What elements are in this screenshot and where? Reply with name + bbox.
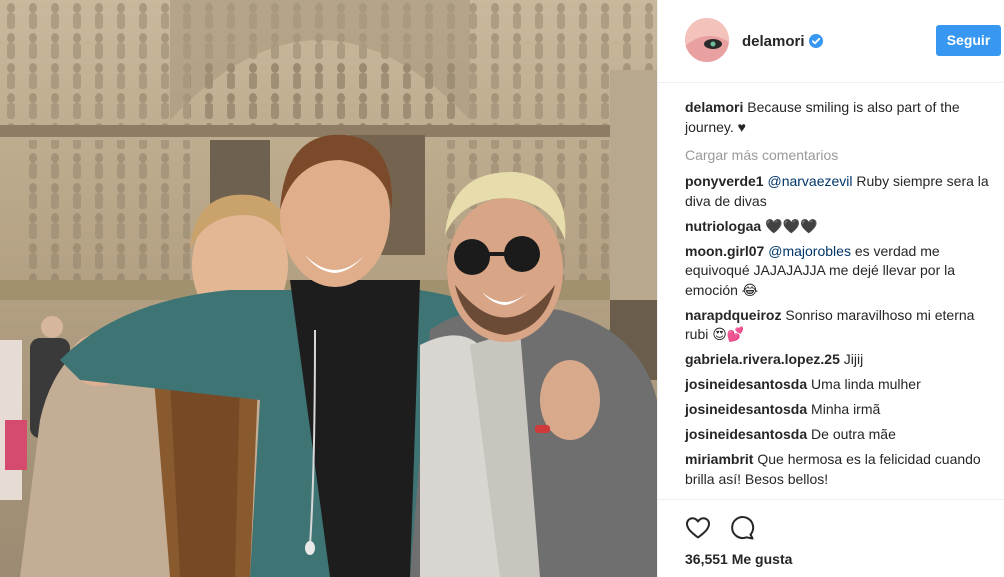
post-photo[interactable] — [0, 0, 657, 577]
post-sidebar: delamori Seguir delamori Because smiling… — [657, 0, 1004, 577]
heart-icon[interactable] — [685, 515, 711, 541]
comment-mention[interactable]: @majorobles — [768, 243, 851, 259]
comment-item: ponyverde1 @narvaezevil Ruby siempre ser… — [685, 172, 995, 211]
comment-username[interactable]: ponyverde1 — [685, 173, 764, 189]
caption: delamori Because smiling is also part of… — [685, 98, 995, 137]
comment-username[interactable]: moon.girl07 — [685, 243, 764, 259]
comment-item: nutriologaa 🖤🖤🖤 — [685, 217, 995, 237]
comment-text: Jijij — [843, 351, 864, 367]
comment-text: De outra mãe — [811, 426, 896, 442]
post-actions: 36,551 Me gusta — [658, 499, 1004, 577]
post-header: delamori Seguir — [658, 0, 1004, 83]
load-more-comments-link[interactable]: Cargar más comentarios — [685, 147, 995, 163]
comment-item: miriambrit Que hermosa es la felicidad c… — [685, 450, 995, 489]
comment-username[interactable]: narapdqueiroz — [685, 307, 781, 323]
comment-item: moon.girl07 @majorobles es verdad me equ… — [685, 242, 995, 301]
likes-count[interactable]: 36,551 Me gusta — [685, 551, 792, 567]
comment-item: gabriela.rivera.lopez.25 Jijij — [685, 350, 995, 370]
comment-username[interactable]: miriambrit — [685, 451, 753, 467]
action-icons — [685, 515, 755, 541]
comment-text: Uma linda mulher — [811, 376, 921, 392]
instagram-post: delamori Seguir delamori Because smiling… — [0, 0, 1004, 577]
verified-badge-icon — [809, 34, 823, 48]
comment-username[interactable]: josineidesantosda — [685, 376, 807, 392]
comments-list: delamori Because smiling is also part of… — [685, 98, 995, 495]
comment-item: josineidesantosda De outra mãe — [685, 425, 995, 445]
comment-item: josineidesantosda Minha irmã — [685, 400, 995, 420]
avatar-image — [685, 18, 729, 62]
comment-username[interactable]: josineidesantosda — [685, 401, 807, 417]
comment-username[interactable]: nutriologaa — [685, 218, 761, 234]
photo-illustration — [0, 0, 657, 577]
caption-username[interactable]: delamori — [685, 99, 743, 115]
comment-item: josineidesantosda Uma linda mulher — [685, 375, 995, 395]
comment-username[interactable]: gabriela.rivera.lopez.25 — [685, 351, 840, 367]
comment-mention[interactable]: @narvaezevil — [767, 173, 852, 189]
comment-icon[interactable] — [729, 515, 755, 541]
comment-item: narapdqueiroz Sonriso maravilhoso mi ete… — [685, 306, 995, 345]
avatar[interactable] — [685, 18, 729, 62]
comment-text: 🖤🖤🖤 — [765, 217, 818, 234]
comment-username[interactable]: josineidesantosda — [685, 426, 807, 442]
header-username[interactable]: delamori — [742, 33, 805, 50]
comment-text: Minha irmã — [811, 401, 881, 417]
follow-button[interactable]: Seguir — [936, 25, 1001, 56]
